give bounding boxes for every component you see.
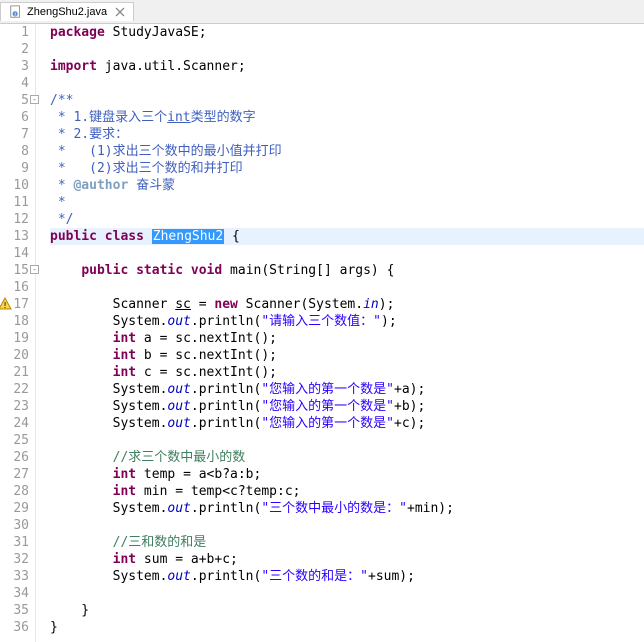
code-line[interactable]: * (2)求出三个数的和并打印 — [50, 160, 644, 177]
fold-toggle-icon[interactable]: - — [30, 265, 39, 274]
code-line[interactable]: System.out.println("三个数中最小的数是："+min); — [50, 500, 644, 517]
line-number: 28 — [0, 483, 29, 500]
code-line[interactable]: package StudyJavaSE; — [50, 24, 644, 41]
line-number-gutter: 12345-6789101112131415-1617!181920212223… — [0, 24, 36, 642]
code-line[interactable]: System.out.println("您输入的第一个数是"+b); — [50, 398, 644, 415]
code-line[interactable]: * @author 奋斗蒙 — [50, 177, 644, 194]
line-number: 18 — [0, 313, 29, 330]
line-number: 14 — [0, 245, 29, 262]
line-number: 31 — [0, 534, 29, 551]
code-line[interactable]: public static void main(String[] args) { — [50, 262, 644, 279]
code-line[interactable]: */ — [50, 211, 644, 228]
code-line[interactable]: System.out.println("请输入三个数值："); — [50, 313, 644, 330]
line-number: 4 — [0, 75, 29, 92]
line-number: 10 — [0, 177, 29, 194]
code-line[interactable]: int c = sc.nextInt(); — [50, 364, 644, 381]
line-number: 6 — [0, 109, 29, 126]
tab-filename: ZhengShu2.java — [27, 6, 107, 18]
line-number: 15- — [0, 262, 29, 279]
line-number: 30 — [0, 517, 29, 534]
line-number: 21 — [0, 364, 29, 381]
code-line[interactable]: int sum = a+b+c; — [50, 551, 644, 568]
code-line[interactable]: Scanner sc = new Scanner(System.in); — [50, 296, 644, 313]
code-line[interactable]: int a = sc.nextInt(); — [50, 330, 644, 347]
line-number: 22 — [0, 381, 29, 398]
code-line[interactable]: * (1)求出三个数中的最小值并打印 — [50, 143, 644, 160]
code-line[interactable]: System.out.println("您输入的第一个数是"+c); — [50, 415, 644, 432]
line-number: 23 — [0, 398, 29, 415]
line-number: 35 — [0, 602, 29, 619]
code-line[interactable]: System.out.println("三个数的和是："+sum); — [50, 568, 644, 585]
line-number: 27 — [0, 466, 29, 483]
code-line[interactable] — [50, 41, 644, 58]
line-number: 20 — [0, 347, 29, 364]
code-line[interactable]: int b = sc.nextInt(); — [50, 347, 644, 364]
code-editor[interactable]: 12345-6789101112131415-1617!181920212223… — [0, 24, 644, 642]
code-line[interactable] — [50, 245, 644, 262]
code-line[interactable]: public class ZhengShu2 { — [50, 228, 644, 245]
line-number: 36 — [0, 619, 29, 636]
line-number: 8 — [0, 143, 29, 160]
svg-text:!: ! — [3, 301, 8, 310]
warning-icon: ! — [0, 297, 12, 311]
line-number: 13 — [0, 228, 29, 245]
code-line[interactable]: int min = temp<c?temp:c; — [50, 483, 644, 500]
code-line[interactable] — [50, 432, 644, 449]
line-number: 19 — [0, 330, 29, 347]
line-number: 29 — [0, 500, 29, 517]
code-line[interactable] — [50, 585, 644, 602]
line-number: 7 — [0, 126, 29, 143]
code-line[interactable]: System.out.println("您输入的第一个数是"+a); — [50, 381, 644, 398]
line-number: 34 — [0, 585, 29, 602]
code-line[interactable]: } — [50, 602, 644, 619]
line-number: 2 — [0, 41, 29, 58]
line-number: 11 — [0, 194, 29, 211]
code-line[interactable] — [50, 279, 644, 296]
code-line[interactable]: import java.util.Scanner; — [50, 58, 644, 75]
line-number: 32 — [0, 551, 29, 568]
line-number: 17! — [0, 296, 29, 313]
line-number: 1 — [0, 24, 29, 41]
code-line[interactable]: } — [50, 619, 644, 636]
editor-tab-bar: J ZhengShu2.java — [0, 0, 644, 24]
line-number: 25 — [0, 432, 29, 449]
line-number: 12 — [0, 211, 29, 228]
code-line[interactable]: * 2.要求： — [50, 126, 644, 143]
editor-tab[interactable]: J ZhengShu2.java — [0, 2, 134, 21]
svg-text:J: J — [14, 12, 16, 17]
code-area[interactable]: package StudyJavaSE; import java.util.Sca… — [36, 24, 644, 642]
code-line[interactable] — [50, 75, 644, 92]
code-line[interactable]: int temp = a<b?a:b; — [50, 466, 644, 483]
line-number: 3 — [0, 58, 29, 75]
fold-toggle-icon[interactable]: - — [30, 95, 39, 104]
code-line[interactable]: /** — [50, 92, 644, 109]
code-line[interactable]: //求三个数中最小的数 — [50, 449, 644, 466]
code-line[interactable]: //三和数的和是 — [50, 534, 644, 551]
line-number: 5- — [0, 92, 29, 109]
line-number: 16 — [0, 279, 29, 296]
close-icon[interactable] — [115, 7, 125, 17]
line-number: 33 — [0, 568, 29, 585]
line-number: 24 — [0, 415, 29, 432]
line-number: 9 — [0, 160, 29, 177]
code-line[interactable] — [50, 517, 644, 534]
line-number: 26 — [0, 449, 29, 466]
java-file-icon: J — [9, 5, 23, 19]
code-line[interactable]: * 1.键盘录入三个int类型的数字 — [50, 109, 644, 126]
code-line[interactable]: * — [50, 194, 644, 211]
